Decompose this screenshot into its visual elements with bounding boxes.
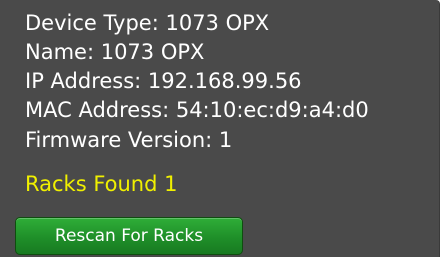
firmware-version-text: Firmware Version: 1	[25, 128, 233, 152]
racks-found-status: Racks Found 1	[25, 172, 178, 196]
device-name-text: Name: 1073 OPX	[25, 40, 205, 64]
device-type-text: Device Type: 1073 OPX	[25, 11, 270, 35]
ip-address-text: IP Address: 192.168.99.56	[25, 69, 302, 93]
mac-address-text: MAC Address: 54:10:ec:d9:a4:d0	[25, 98, 369, 122]
rescan-racks-button[interactable]: Rescan For Racks	[15, 217, 243, 255]
rescan-racks-button-label: Rescan For Racks	[54, 226, 204, 246]
device-info-panel: Device Type: 1073 OPX Name: 1073 OPX IP …	[0, 0, 440, 257]
